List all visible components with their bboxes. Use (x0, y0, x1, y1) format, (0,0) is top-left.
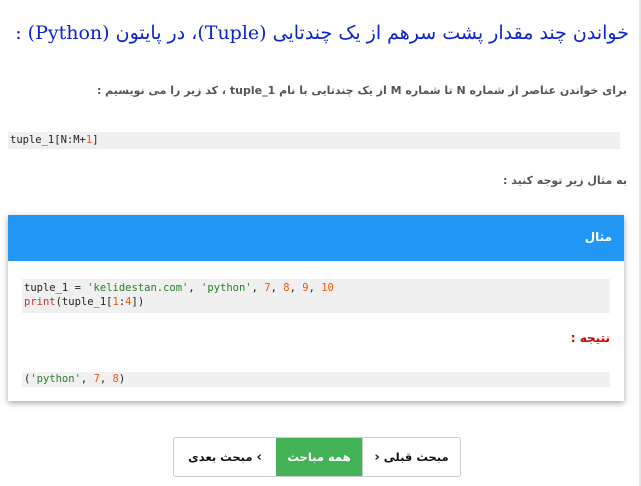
page-title: خواندن چند مقدار پشت سرهم از یک چندتایی … (15, 22, 629, 44)
code-keyword: print (24, 296, 56, 308)
code-token: , (251, 282, 265, 294)
previous-topic-label: مبحث قبلی (383, 450, 449, 464)
next-topic-label: مبحث بعدی (188, 450, 253, 464)
code-token: = (68, 282, 88, 294)
all-topics-label: همه مباحث (287, 450, 351, 464)
code-token: [N:M+ (54, 134, 86, 146)
page: خواندن چند مقدار پشت سرهم از یک چندتایی … (0, 0, 641, 486)
syntax-code-block: tuple_1[N:M+1] (8, 132, 620, 149)
code-line-1: tuple_1 = 'kelidestan.com', 'python', 7,… (24, 282, 334, 294)
chevron-right-icon: › (256, 450, 262, 465)
all-topics-button[interactable]: همه مباحث (276, 438, 362, 476)
example-code-block: tuple_1 = 'kelidestan.com', 'python', 7,… (22, 279, 610, 313)
code-token: ] (92, 134, 99, 146)
next-topic-button[interactable]: › مبحث بعدی (174, 438, 276, 476)
code-token: tuple_1 (10, 134, 55, 146)
code-token: ]) (131, 296, 145, 308)
previous-topic-button[interactable]: مبحث قبلی ‹ (362, 438, 460, 476)
code-token: , (188, 282, 202, 294)
code-token: (tuple_1[ (55, 296, 113, 308)
code-string: 'python' (30, 373, 81, 385)
code-string: 'kelidestan.com' (87, 282, 189, 294)
example-note: به مثال زیر توجه کنید : (503, 174, 627, 187)
result-label: نتیجه : (570, 331, 610, 345)
code-token: , (308, 282, 322, 294)
code-token: , (270, 282, 284, 294)
example-header-label: مثال (584, 230, 612, 244)
code-token: , (80, 373, 94, 385)
code-token: tuple_1 (24, 282, 69, 294)
code-line-2: print(tuple_1[1:4]) (24, 296, 144, 308)
code-string: 'python' (201, 282, 252, 294)
output-code-block: ('python', 7, 8) (22, 372, 610, 387)
code-number: 10 (321, 282, 334, 294)
code-token: , (289, 282, 303, 294)
intro-paragraph: برای خواندن عناصر از شماره N تا شماره M … (96, 84, 627, 97)
chevron-left-icon: ‹ (374, 450, 380, 465)
code-token: ) (118, 373, 126, 385)
topic-pager: › مبحث بعدی همه مباحث مبحث قبلی ‹ (173, 437, 461, 477)
example-card-header: مثال (8, 215, 624, 261)
code-token: , (99, 373, 113, 385)
example-card: مثال tuple_1 = 'kelidestan.com', 'python… (8, 215, 624, 401)
